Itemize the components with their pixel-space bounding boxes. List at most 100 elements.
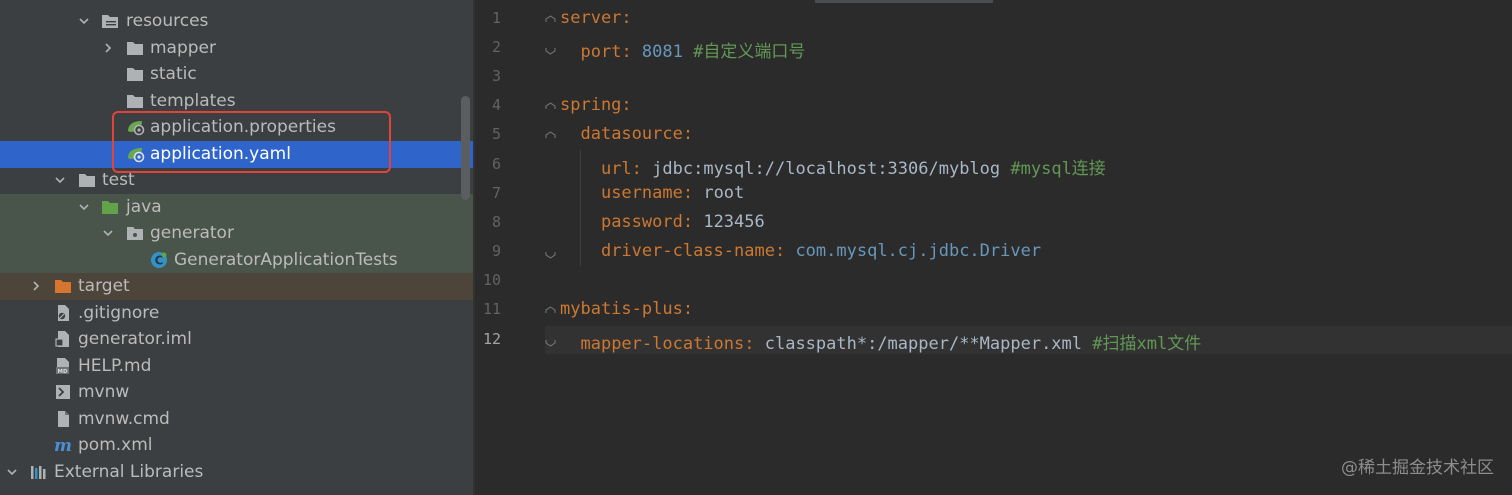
ignore-file-icon <box>52 303 74 323</box>
yaml-colon: : <box>631 159 653 179</box>
code-line-8[interactable]: password: 123456 <box>560 212 765 232</box>
tree-item-gitignore[interactable]: .gitignore <box>0 300 473 327</box>
tree-item-label: test <box>102 170 135 191</box>
fold-open-icon[interactable] <box>545 98 556 109</box>
tree-item-label: templates <box>150 91 236 112</box>
yaml-colon: : <box>621 95 632 115</box>
tree-item-label: java <box>126 197 162 218</box>
line-number: 11 <box>482 300 501 318</box>
tree-item-static[interactable]: static <box>0 61 473 88</box>
tree-item-java[interactable]: java <box>0 194 473 221</box>
tree-item-label: static <box>150 64 197 85</box>
tree-item-mapper[interactable]: mapper <box>0 35 473 62</box>
folder-icon <box>124 91 146 111</box>
yaml-comment: #mysql连接 <box>1000 159 1106 179</box>
fold-open-icon[interactable] <box>545 11 556 22</box>
project-tree-panel: resources mapper static templates applic… <box>0 0 473 495</box>
code-line-11[interactable]: mybatis-plus: <box>560 299 693 319</box>
yaml-string-value: jdbc:mysql://localhost:3306/myblog <box>652 159 1001 179</box>
yaml-key: mapper-locations <box>580 334 745 354</box>
line-number: 8 <box>491 213 501 231</box>
tree-item-generator-iml[interactable]: generator.iml <box>0 326 473 353</box>
svg-text:m: m <box>54 436 72 454</box>
yaml-colon: : <box>682 124 694 144</box>
yaml-class-value: com.mysql.cj.jdbc.Driver <box>795 241 1042 261</box>
code-line-5[interactable]: datasource: <box>560 124 693 144</box>
tree-item-label: mvnw.cmd <box>78 409 170 430</box>
yaml-key: password <box>600 212 683 232</box>
yaml-key: driver-class-name <box>600 241 775 261</box>
test-source-folder-icon <box>99 197 121 217</box>
tree-item-label: resources <box>126 11 209 32</box>
chevron-down-icon[interactable] <box>101 226 115 240</box>
chevron-right-icon[interactable] <box>101 41 115 55</box>
tree-item-resources[interactable]: resources <box>0 8 473 35</box>
code-line-4[interactable]: spring: <box>560 95 632 115</box>
tree-item-target[interactable]: target <box>0 273 473 300</box>
line-number: 12 <box>482 330 501 348</box>
fold-close-icon[interactable] <box>545 244 556 259</box>
tree-item-label: .gitignore <box>78 303 160 324</box>
tree-item-mvnw-cmd[interactable]: mvnw.cmd <box>0 406 473 433</box>
code-line-1[interactable]: server: <box>560 8 632 28</box>
tree-item-mvnw[interactable]: mvnw <box>0 379 473 406</box>
tree-item-pom-xml[interactable]: m pom.xml <box>0 432 473 459</box>
folder-icon <box>76 170 98 190</box>
tree-item-generator-package[interactable]: generator <box>0 220 473 247</box>
line-number: 9 <box>491 242 501 260</box>
editor-tab-indicator <box>815 0 993 3</box>
yaml-colon: : <box>621 8 632 28</box>
fold-close-icon[interactable] <box>545 40 556 55</box>
tree-item-generator-application-tests[interactable]: C GeneratorApplicationTests <box>0 247 473 274</box>
yaml-key: datasource <box>580 124 683 144</box>
tree-item-external-libraries[interactable]: External Libraries <box>0 459 473 486</box>
fold-open-icon[interactable] <box>545 127 556 138</box>
line-number: 6 <box>491 155 501 173</box>
watermark: @稀土掘金技术社区 <box>1341 458 1494 478</box>
tree-item-label: GeneratorApplicationTests <box>174 250 398 271</box>
yaml-string-value: root <box>703 183 745 203</box>
resources-folder-icon <box>99 11 121 31</box>
yaml-colon: : <box>682 212 704 232</box>
shell-script-icon <box>52 382 74 402</box>
folder-icon <box>124 64 146 84</box>
chevron-down-icon[interactable] <box>53 173 67 187</box>
code-line-7[interactable]: username: root <box>560 183 744 203</box>
yaml-colon: : <box>682 299 694 319</box>
chevron-down-icon[interactable] <box>5 465 19 479</box>
tree-item-label: generator <box>150 223 234 244</box>
line-number: 3 <box>491 67 501 85</box>
line-number: 4 <box>491 96 501 114</box>
yaml-key: spring <box>560 95 622 115</box>
tree-item-help-md[interactable]: MD HELP.md <box>0 353 473 380</box>
code-line-12[interactable]: mapper-locations: classpath*:/mapper/**M… <box>560 329 1201 354</box>
fold-close-icon[interactable] <box>545 332 556 347</box>
chevron-right-icon[interactable] <box>29 279 43 293</box>
package-icon <box>124 223 146 243</box>
yaml-key: port <box>580 42 622 62</box>
yaml-string-value: 123456 <box>703 212 765 232</box>
folder-icon <box>124 38 146 58</box>
yaml-comment: #自定义端口号 <box>682 42 806 62</box>
markdown-file-icon: MD <box>52 356 74 376</box>
code-line-2[interactable]: port: 8081 #自定义端口号 <box>560 37 805 62</box>
line-number: 5 <box>491 125 501 143</box>
libraries-icon <box>28 462 50 482</box>
module-file-icon <box>52 329 74 349</box>
yaml-key: server <box>560 8 622 28</box>
line-number: 1 <box>491 9 501 27</box>
yaml-key: url <box>600 159 632 179</box>
yaml-comment: #扫描xml文件 <box>1082 334 1202 354</box>
line-number: 10 <box>482 271 501 289</box>
tree-item-label: mvnw <box>78 382 130 403</box>
fold-open-icon[interactable] <box>545 302 556 313</box>
tree-item-label: generator.iml <box>78 329 192 350</box>
yaml-string-value: classpath*:/mapper/**Mapper.xml <box>764 334 1083 354</box>
yaml-number-value: 8081 <box>641 42 683 62</box>
line-number: 7 <box>491 184 501 202</box>
code-line-6[interactable]: url: jdbc:mysql://localhost:3306/myblog … <box>560 154 1106 179</box>
tree-scrollbar[interactable] <box>461 96 470 200</box>
chevron-down-icon[interactable] <box>77 14 91 28</box>
code-line-9[interactable]: driver-class-name: com.mysql.cj.jdbc.Dri… <box>560 241 1041 261</box>
chevron-down-icon[interactable] <box>77 200 91 214</box>
